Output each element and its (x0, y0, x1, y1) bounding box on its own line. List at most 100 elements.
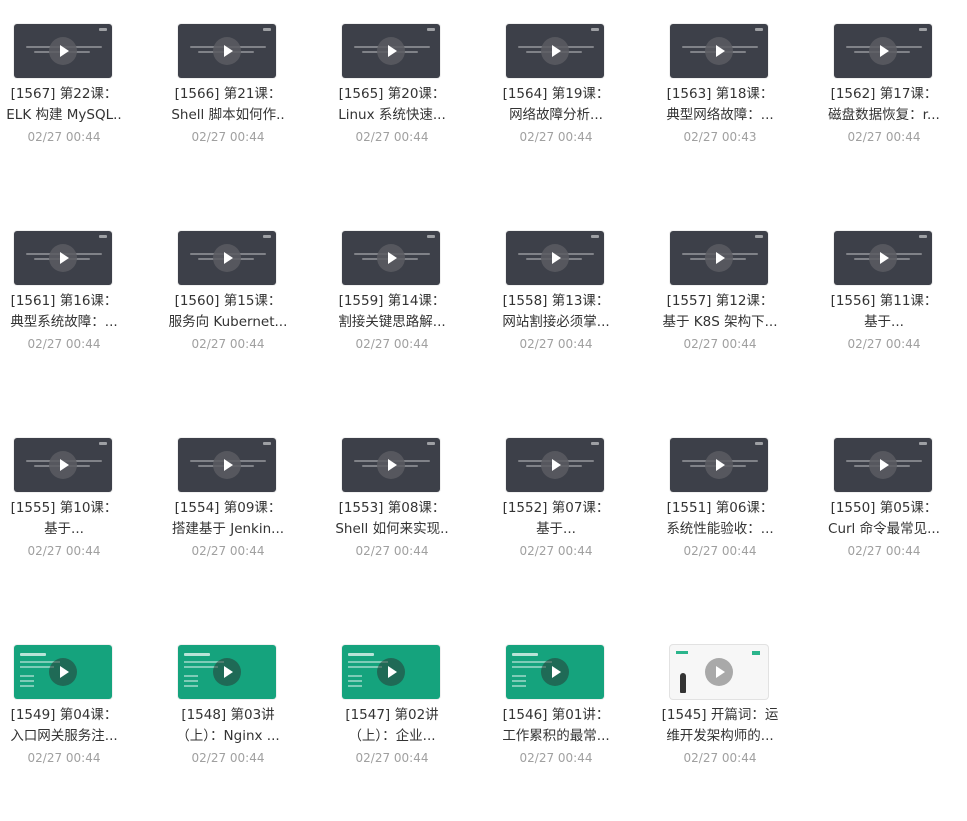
video-title[interactable]: [1551] 第06课： 系统性能验收：... (656, 498, 784, 540)
video-title[interactable]: [1547] 第02讲 （上）：企业... (328, 705, 456, 747)
video-thumbnail[interactable] (506, 645, 604, 699)
video-title[interactable]: [1545] 开篇词：运 维开发架构师的... (656, 705, 784, 747)
play-icon[interactable] (377, 658, 405, 686)
video-tile[interactable]: [1549] 第04课： 入口网关服务注... 02/27 00:44 (0, 621, 164, 821)
video-title-line2: 工作累积的最常... (502, 728, 610, 744)
play-icon[interactable] (869, 244, 897, 272)
video-title[interactable]: [1563] 第18课： 典型网络故障：... (656, 84, 784, 126)
video-tile[interactable]: [1552] 第07课： 基于... 02/27 00:44 (492, 414, 656, 614)
play-icon[interactable] (49, 244, 77, 272)
video-date: 02/27 00:44 (27, 544, 101, 558)
video-thumbnail[interactable] (14, 645, 112, 699)
video-title[interactable]: [1555] 第10课： 基于... (0, 498, 128, 540)
video-tile[interactable]: [1567] 第22课： ELK 构建 MySQL.. 02/27 00:44 (0, 0, 164, 200)
video-title[interactable]: [1548] 第03讲 （上）：Nginx ... (164, 705, 292, 747)
video-tile[interactable]: [1557] 第12课： 基于 K8S 架构下... 02/27 00:44 (656, 207, 820, 407)
video-thumbnail[interactable] (342, 231, 440, 285)
video-tile[interactable]: [1553] 第08课： Shell 如何来实现.. 02/27 00:44 (328, 414, 492, 614)
video-title-line2: 搭建基于 Jenkin... (171, 521, 285, 537)
video-title[interactable]: [1553] 第08课： Shell 如何来实现.. (328, 498, 456, 540)
video-thumbnail[interactable] (178, 231, 276, 285)
video-title[interactable]: [1566] 第21课： Shell 脚本如何作.. (164, 84, 292, 126)
video-tile[interactable]: [1566] 第21课： Shell 脚本如何作.. 02/27 00:44 (164, 0, 328, 200)
video-tile[interactable]: [1564] 第19课： 网络故障分析... 02/27 00:44 (492, 0, 656, 200)
play-icon[interactable] (377, 451, 405, 479)
video-tile[interactable]: [1556] 第11课： 基于... 02/27 00:44 (820, 207, 967, 407)
video-thumbnail[interactable] (178, 645, 276, 699)
video-thumbnail[interactable] (14, 438, 112, 492)
video-title[interactable]: [1559] 第14课： 割接关键思路解... (328, 291, 456, 333)
play-icon[interactable] (213, 37, 241, 65)
video-title[interactable]: [1564] 第19课： 网络故障分析... (492, 84, 620, 126)
video-title[interactable]: [1556] 第11课： 基于... (820, 291, 948, 333)
video-title[interactable]: [1550] 第05课： Curl 命令最常见... (820, 498, 948, 540)
play-icon[interactable] (213, 451, 241, 479)
play-icon[interactable] (49, 451, 77, 479)
video-thumbnail[interactable] (834, 438, 932, 492)
play-icon[interactable] (213, 244, 241, 272)
video-thumbnail[interactable] (670, 645, 768, 699)
video-thumbnail[interactable] (834, 231, 932, 285)
video-tile[interactable]: [1545] 开篇词：运 维开发架构师的... 02/27 00:44 (656, 621, 820, 821)
play-icon[interactable] (541, 37, 569, 65)
video-thumbnail[interactable] (342, 645, 440, 699)
video-title[interactable]: [1546] 第01讲： 工作累积的最常... (492, 705, 620, 747)
video-title[interactable]: [1567] 第22课： ELK 构建 MySQL.. (0, 84, 128, 126)
video-tile[interactable]: [1547] 第02讲 （上）：企业... 02/27 00:44 (328, 621, 492, 821)
video-title[interactable]: [1554] 第09课： 搭建基于 Jenkin... (164, 498, 292, 540)
video-thumbnail[interactable] (670, 231, 768, 285)
video-tile[interactable]: [1551] 第06课： 系统性能验收：... 02/27 00:44 (656, 414, 820, 614)
video-tile[interactable]: [1558] 第13课： 网站割接必须掌... 02/27 00:44 (492, 207, 656, 407)
video-thumbnail[interactable] (14, 24, 112, 78)
video-thumbnail[interactable] (670, 438, 768, 492)
play-icon[interactable] (213, 658, 241, 686)
video-title[interactable]: [1552] 第07课： 基于... (492, 498, 620, 540)
play-icon[interactable] (541, 658, 569, 686)
video-date: 02/27 00:44 (191, 751, 265, 765)
video-tile[interactable]: [1548] 第03讲 （上）：Nginx ... 02/27 00:44 (164, 621, 328, 821)
play-icon[interactable] (705, 658, 733, 686)
play-icon[interactable] (705, 244, 733, 272)
video-tile[interactable]: [1563] 第18课： 典型网络故障：... 02/27 00:43 (656, 0, 820, 200)
play-icon[interactable] (541, 244, 569, 272)
video-title[interactable]: [1562] 第17课： 磁盘数据恢复：r... (820, 84, 948, 126)
video-title[interactable]: [1561] 第16课： 典型系统故障：... (0, 291, 128, 333)
play-icon[interactable] (49, 658, 77, 686)
play-icon[interactable] (869, 37, 897, 65)
video-tile[interactable]: [1554] 第09课： 搭建基于 Jenkin... 02/27 00:44 (164, 414, 328, 614)
video-tile[interactable]: [1565] 第20课： Linux 系统快速... 02/27 00:44 (328, 0, 492, 200)
video-tile[interactable]: [1560] 第15课： 服务向 Kubernet... 02/27 00:44 (164, 207, 328, 407)
video-tile[interactable]: [1559] 第14课： 割接关键思路解... 02/27 00:44 (328, 207, 492, 407)
video-date: 02/27 00:44 (191, 337, 265, 351)
video-thumbnail[interactable] (14, 231, 112, 285)
video-title[interactable]: [1557] 第12课： 基于 K8S 架构下... (656, 291, 784, 333)
video-thumbnail[interactable] (342, 438, 440, 492)
play-icon[interactable] (541, 451, 569, 479)
video-thumbnail[interactable] (178, 438, 276, 492)
video-thumbnail[interactable] (342, 24, 440, 78)
video-tile[interactable]: [1562] 第17课： 磁盘数据恢复：r... 02/27 00:44 (820, 0, 967, 200)
video-thumbnail[interactable] (670, 24, 768, 78)
video-thumbnail[interactable] (506, 231, 604, 285)
play-icon[interactable] (377, 37, 405, 65)
video-title-line1: [1549] 第04课： (10, 707, 118, 723)
play-icon[interactable] (377, 244, 405, 272)
video-date: 02/27 00:44 (191, 130, 265, 144)
video-title[interactable]: [1558] 第13课： 网站割接必须掌... (492, 291, 620, 333)
video-thumbnail[interactable] (834, 24, 932, 78)
video-tile[interactable]: [1561] 第16课： 典型系统故障：... 02/27 00:44 (0, 207, 164, 407)
video-thumbnail[interactable] (506, 24, 604, 78)
video-thumbnail[interactable] (178, 24, 276, 78)
video-title-line2: ELK 构建 MySQL.. (6, 107, 122, 123)
video-title[interactable]: [1565] 第20课： Linux 系统快速... (328, 84, 456, 126)
video-tile[interactable]: [1550] 第05课： Curl 命令最常见... 02/27 00:44 (820, 414, 967, 614)
video-tile[interactable]: [1555] 第10课： 基于... 02/27 00:44 (0, 414, 164, 614)
video-thumbnail[interactable] (506, 438, 604, 492)
play-icon[interactable] (49, 37, 77, 65)
video-tile[interactable]: [1546] 第01讲： 工作累积的最常... 02/27 00:44 (492, 621, 656, 821)
play-icon[interactable] (869, 451, 897, 479)
video-title[interactable]: [1560] 第15课： 服务向 Kubernet... (164, 291, 292, 333)
play-icon[interactable] (705, 451, 733, 479)
play-icon[interactable] (705, 37, 733, 65)
video-title[interactable]: [1549] 第04课： 入口网关服务注... (0, 705, 128, 747)
